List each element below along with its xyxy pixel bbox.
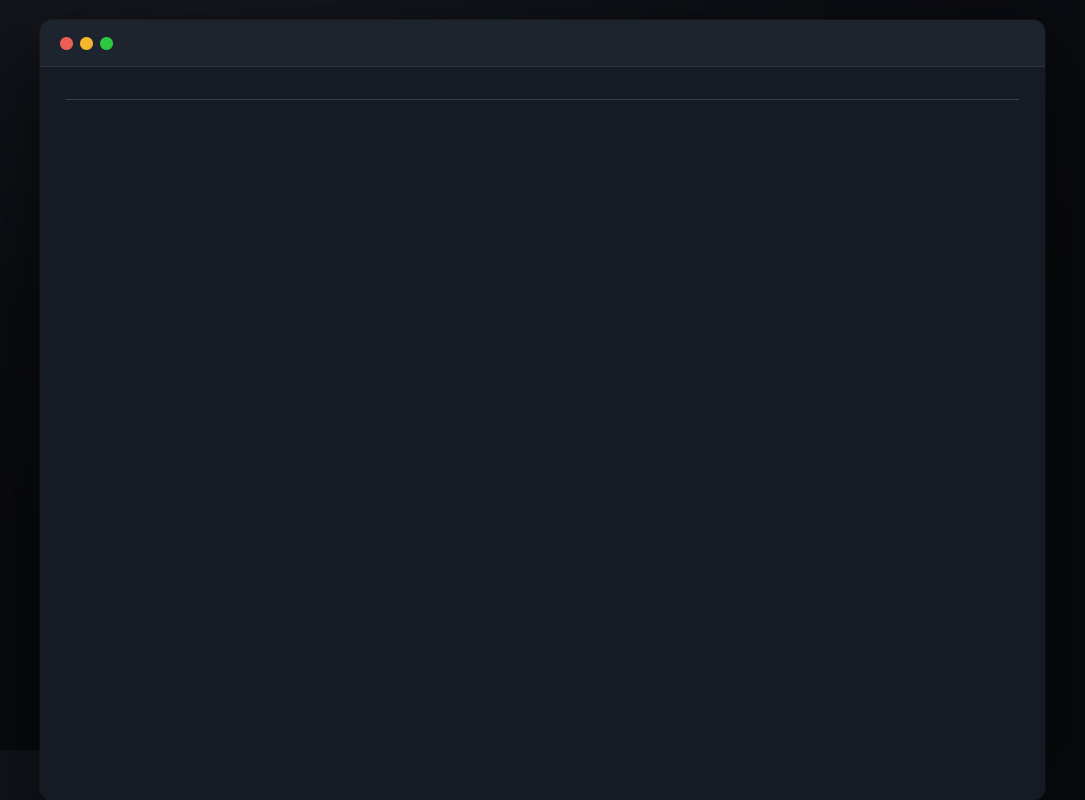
minimize-button[interactable] [80,36,93,50]
traffic-lights [60,20,113,66]
titlebar [40,20,1045,67]
table-divider [66,99,1019,100]
close-button[interactable] [60,36,73,50]
zoom-button[interactable] [100,36,113,50]
terminal-window [40,20,1045,800]
terminal-content [40,67,1045,145]
